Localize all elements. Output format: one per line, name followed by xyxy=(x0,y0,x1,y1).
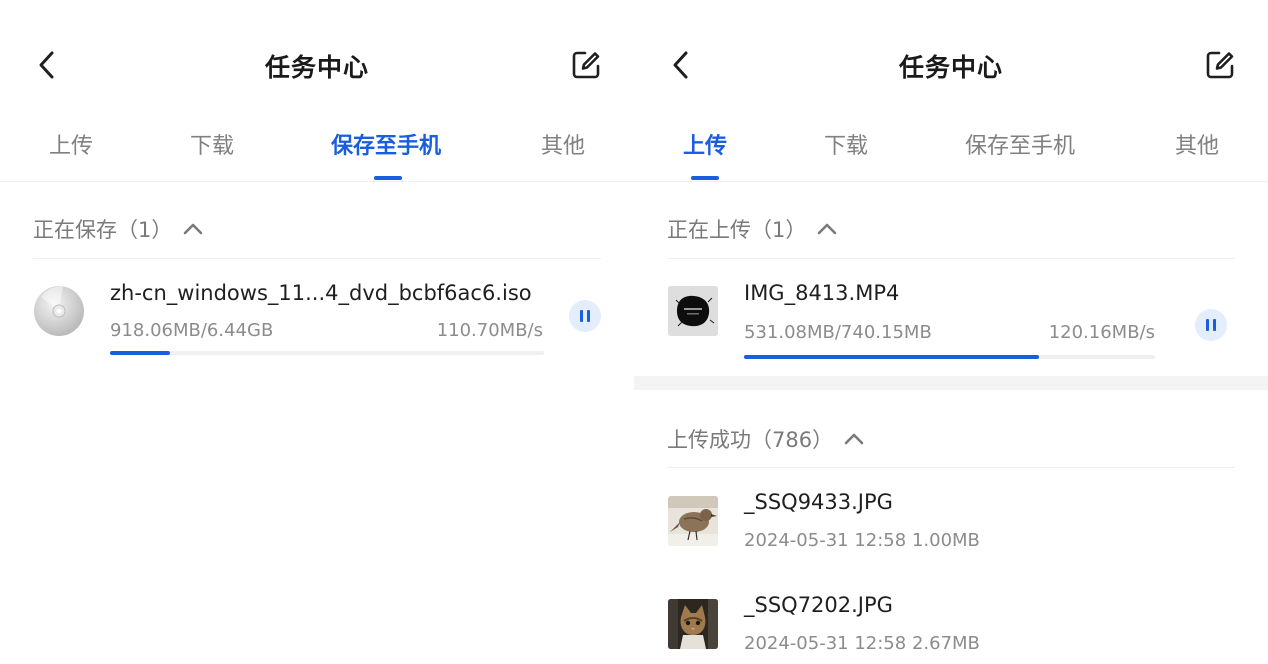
uploading-section-title: 正在上传（1） xyxy=(667,218,807,242)
section-divider xyxy=(33,258,601,259)
tab-upload[interactable]: 上传 xyxy=(683,128,727,160)
tab-other[interactable]: 其他 xyxy=(541,128,585,160)
uploaded-section-header[interactable]: 上传成功（786） xyxy=(667,424,865,454)
chevron-up-icon xyxy=(843,426,865,450)
file-date-size: 2024-05-31 12:58 1.00MB xyxy=(744,530,980,551)
tab-other[interactable]: 其他 xyxy=(1175,128,1219,160)
file-name: _SSQ9433.JPG xyxy=(744,490,893,514)
tab-bar: 上传 下载 保存至手机 其他 xyxy=(0,126,634,182)
pause-icon-bar xyxy=(1206,319,1209,331)
section-divider xyxy=(667,258,1235,259)
uploading-section-header[interactable]: 正在上传（1） xyxy=(667,214,838,244)
section-divider xyxy=(667,467,1235,468)
tab-bar: 上传 下载 保存至手机 其他 xyxy=(634,126,1268,182)
edit-icon[interactable] xyxy=(570,49,602,81)
file-date-size: 2024-05-31 12:58 2.67MB xyxy=(744,633,980,654)
upload-screen: 任务中心 上传 下载 保存至手机 其他 正在上传（1） IMG_8413.MP4… xyxy=(634,0,1268,664)
file-size: 1.00MB xyxy=(911,530,980,551)
saving-section-title: 正在保存（1） xyxy=(33,218,173,242)
top-bar: 任务中心 xyxy=(634,0,1268,130)
progress-bar xyxy=(110,351,544,355)
transfer-progress-text: 918.06MB/6.44GB xyxy=(110,320,274,341)
active-tab-indicator xyxy=(374,176,402,180)
pause-icon-bar xyxy=(580,310,583,322)
tab-download[interactable]: 下载 xyxy=(824,128,868,160)
transfer-progress-text: 531.08MB/740.15MB xyxy=(744,322,932,343)
file-date: 2024-05-31 12:58 xyxy=(744,530,907,551)
uploaded-section-title: 上传成功（786） xyxy=(667,428,834,452)
top-bar: 任务中心 xyxy=(0,0,634,130)
bird-photo-thumbnail xyxy=(668,496,718,546)
active-tab-indicator xyxy=(691,176,719,180)
file-name: _SSQ7202.JPG xyxy=(744,593,893,617)
pause-button[interactable] xyxy=(569,300,601,332)
progress-fill xyxy=(110,351,171,355)
transfer-speed: 110.70MB/s xyxy=(436,320,543,341)
tab-download[interactable]: 下载 xyxy=(190,128,234,160)
cat-photo-thumbnail xyxy=(668,599,718,649)
disc-icon xyxy=(33,285,85,337)
page-title: 任务中心 xyxy=(264,53,369,82)
tab-save-to-phone[interactable]: 保存至手机 xyxy=(965,128,1075,160)
pause-button[interactable] xyxy=(1195,309,1227,341)
chevron-up-icon xyxy=(182,216,204,240)
pause-icon-bar xyxy=(1213,319,1216,331)
tab-save-to-phone[interactable]: 保存至手机 xyxy=(331,128,441,160)
transfer-speed: 120.16MB/s xyxy=(1048,322,1155,343)
edit-icon[interactable] xyxy=(1204,49,1236,81)
file-date: 2024-05-31 12:58 xyxy=(744,633,907,654)
progress-bar xyxy=(744,355,1155,359)
video-thumbnail xyxy=(668,286,718,336)
chevron-up-icon xyxy=(816,216,838,240)
pause-icon-bar xyxy=(587,310,590,322)
file-name: IMG_8413.MP4 xyxy=(744,281,900,305)
save-to-phone-screen: 任务中心 上传 下载 保存至手机 其他 正在保存（1） zh-cn_window… xyxy=(0,0,634,664)
file-name: zh-cn_windows_11...4_dvd_bcbf6ac6.iso xyxy=(110,281,532,305)
section-separator xyxy=(634,376,1268,390)
progress-fill xyxy=(744,355,1040,359)
saving-section-header[interactable]: 正在保存（1） xyxy=(33,214,204,244)
page-title: 任务中心 xyxy=(898,53,1003,82)
file-size: 2.67MB xyxy=(911,633,980,654)
tab-upload[interactable]: 上传 xyxy=(49,128,93,160)
